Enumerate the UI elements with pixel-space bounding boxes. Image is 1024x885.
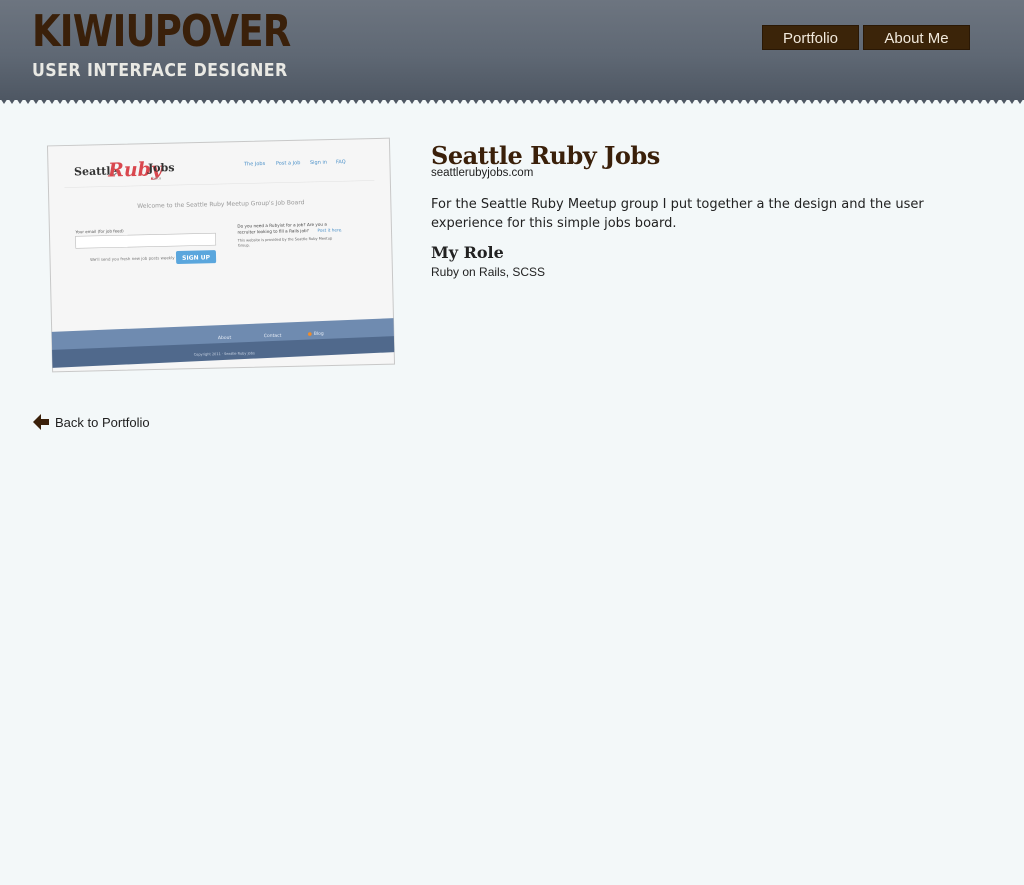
nav-portfolio-button[interactable]: Portfolio <box>762 25 859 50</box>
thumb-nav-signin: Sign in <box>310 160 327 166</box>
nav-about-me-button[interactable]: About Me <box>863 25 970 50</box>
header-zigzag-edge <box>0 98 1024 106</box>
thumb-nav-post: Post a Job <box>276 160 301 167</box>
role-value: Ruby on Rails, SCSS <box>431 265 546 279</box>
back-label: Back to Portfolio <box>55 414 150 430</box>
thumb-logo-badge: beta <box>152 175 162 180</box>
back-to-portfolio-link[interactable]: Back to Portfolio <box>32 412 150 432</box>
project-url-link[interactable]: seattlerubyjobs.com <box>431 167 533 179</box>
project-title: Seattle Ruby Jobs <box>431 141 660 170</box>
site-header: KIWIUPOVER USER INTERFACE DESIGNER Portf… <box>0 0 1024 100</box>
site-tagline: USER INTERFACE DESIGNER <box>32 60 288 81</box>
thumb-footer-blog: Blog <box>314 331 324 337</box>
thumb-signup-label: SIGN UP <box>182 254 211 262</box>
thumb-logo-jobs: Jobs <box>147 161 175 175</box>
role-heading: My Role <box>431 243 504 262</box>
main-nav: Portfolio About Me <box>762 25 970 50</box>
thumb-side-text-4: Group. <box>238 243 250 247</box>
thumb-nav-jobs: The Jobs <box>243 161 266 168</box>
thumb-footer-about: About <box>218 335 232 341</box>
thumb-nav-faq: FAQ <box>336 159 346 165</box>
project-screenshot[interactable]: Seattle Ruby Jobs beta The Jobs Post a J… <box>46 136 398 374</box>
site-logo[interactable]: KIWIUPOVER <box>32 8 291 56</box>
thumb-side-link: Post it here. <box>317 227 342 233</box>
project-description: For the Seattle Ruby Meetup group I put … <box>431 197 924 231</box>
thumb-footer-contact: Contact <box>264 333 282 339</box>
arrow-left-icon <box>33 414 49 430</box>
